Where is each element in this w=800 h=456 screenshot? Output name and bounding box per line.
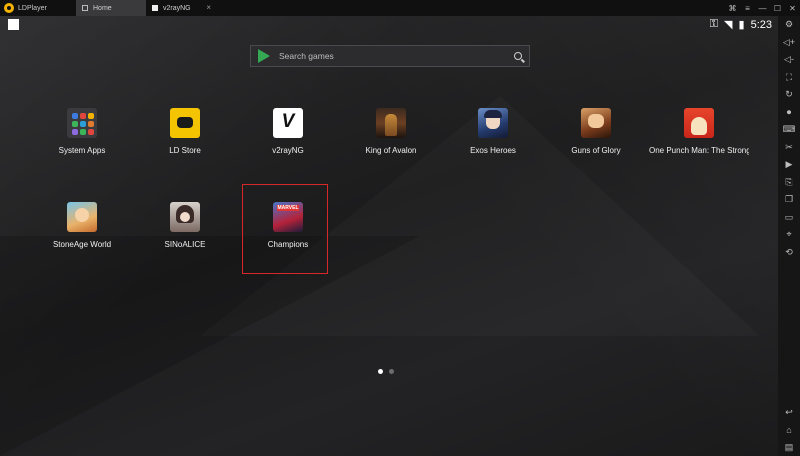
settings-icon[interactable]: ⚙ bbox=[778, 16, 800, 34]
tab-home-label: Home bbox=[93, 4, 112, 12]
folder-icon[interactable]: ▭ bbox=[778, 209, 800, 227]
screenshot-icon[interactable]: ⎘ bbox=[778, 174, 800, 192]
rotate-icon[interactable]: ⟲ bbox=[778, 244, 800, 262]
page-dot-active[interactable] bbox=[378, 369, 383, 374]
tab-home[interactable]: Home bbox=[76, 0, 146, 16]
system-apps-icon bbox=[67, 108, 97, 138]
back-icon[interactable]: ↩ bbox=[778, 404, 800, 422]
keyboard-icon[interactable]: ⌨ bbox=[778, 121, 800, 139]
close-icon[interactable]: ✕ bbox=[785, 0, 800, 16]
wifi-icon: ◥ bbox=[724, 19, 733, 31]
recent-apps-icon[interactable]: ▤ bbox=[778, 439, 800, 456]
key-icon: ⚿ bbox=[709, 18, 719, 30]
app-label: Exos Heroes bbox=[470, 146, 516, 155]
volume-down-icon[interactable]: ◁- bbox=[778, 51, 800, 69]
search-icon[interactable] bbox=[514, 52, 522, 60]
status-bar: ⚿ ◥ ▮ 5:23 bbox=[710, 18, 772, 31]
title-bar: LDPlayer Home v2rayNG × ⌘ ≡ — ☐ ✕ bbox=[0, 0, 800, 16]
app-stoneage-world[interactable]: StoneAge World bbox=[42, 202, 122, 249]
resize-icon[interactable]: ⛶ bbox=[778, 69, 800, 87]
clock: 5:23 bbox=[750, 18, 772, 31]
app-label: One Punch Man: The Stronge… bbox=[649, 146, 749, 155]
app-label: System Apps bbox=[58, 146, 106, 155]
v2rayng-app-icon bbox=[273, 108, 303, 138]
ldplayer-logo-icon bbox=[4, 3, 14, 13]
android-home-screen: ⚿ ◥ ▮ 5:23 Search games System Apps LD S… bbox=[0, 16, 778, 456]
app-ld-store[interactable]: LD Store bbox=[145, 108, 225, 155]
page-dot[interactable] bbox=[389, 369, 394, 374]
volume-up-icon[interactable]: ◁+ bbox=[778, 34, 800, 52]
tab-close-icon[interactable]: × bbox=[206, 3, 211, 12]
wallpaper-facet bbox=[0, 236, 420, 456]
v2rayng-icon bbox=[152, 5, 158, 11]
guns-of-glory-icon bbox=[581, 108, 611, 138]
app-v2rayng[interactable]: v2rayNG bbox=[248, 108, 328, 155]
location-icon[interactable]: ⌖ bbox=[778, 226, 800, 244]
app-label: SINoALICE bbox=[164, 240, 206, 249]
ld-store-icon bbox=[170, 108, 200, 138]
video-icon[interactable]: ▶ bbox=[778, 156, 800, 174]
exos-heroes-icon bbox=[478, 108, 508, 138]
multi-instance-icon[interactable]: ❐ bbox=[778, 191, 800, 209]
page-indicator bbox=[378, 369, 394, 374]
app-label: StoneAge World bbox=[52, 240, 112, 249]
home-nav-icon[interactable]: ⌂ bbox=[778, 421, 800, 439]
app-one-punch-man[interactable]: One Punch Man: The Stronge… bbox=[649, 108, 749, 155]
app-label: Guns of Glory bbox=[571, 146, 621, 155]
search-bar[interactable]: Search games bbox=[250, 45, 530, 67]
record-icon[interactable]: ⏺ bbox=[778, 104, 800, 122]
brand: LDPlayer bbox=[0, 0, 76, 16]
app-label: King of Avalon bbox=[365, 146, 417, 155]
sinoalice-icon bbox=[170, 202, 200, 232]
app-sinoalice[interactable]: SINoALICE bbox=[145, 202, 225, 249]
battery-icon: ▮ bbox=[738, 19, 745, 31]
one-punch-man-icon bbox=[684, 108, 714, 138]
app-label: LD Store bbox=[169, 146, 201, 155]
sync-icon[interactable]: ↻ bbox=[778, 86, 800, 104]
app-label: v2rayNG bbox=[272, 146, 304, 155]
emulator-toolbar: ⚙ ◁+ ◁- ⛶ ↻ ⏺ ⌨ ✂ ▶ ⎘ ❐ ▭ ⌖ ⟲ ↩ ⌂ ▤ bbox=[778, 16, 800, 456]
gamepad-icon[interactable]: ⌘ bbox=[725, 0, 740, 16]
app-system-apps[interactable]: System Apps bbox=[42, 108, 122, 155]
brand-name: LDPlayer bbox=[18, 4, 47, 12]
minimize-icon[interactable]: — bbox=[755, 0, 770, 16]
scissors-icon[interactable]: ✂ bbox=[778, 139, 800, 157]
window-controls: ⌘ ≡ — ☐ ✕ bbox=[725, 0, 800, 16]
maximize-icon[interactable]: ☐ bbox=[770, 0, 785, 16]
selection-highlight bbox=[242, 184, 328, 274]
stoneage-world-icon bbox=[67, 202, 97, 232]
king-of-avalon-icon bbox=[376, 108, 406, 138]
google-play-icon bbox=[258, 49, 270, 63]
app-king-of-avalon[interactable]: King of Avalon bbox=[351, 108, 431, 155]
notification-square-icon bbox=[8, 19, 19, 30]
app-guns-of-glory[interactable]: Guns of Glory bbox=[556, 108, 636, 155]
tab-v2rayng[interactable]: v2rayNG × bbox=[146, 0, 216, 16]
search-input[interactable]: Search games bbox=[279, 51, 334, 61]
menu-icon[interactable]: ≡ bbox=[740, 0, 755, 16]
tab-v2rayng-label: v2rayNG bbox=[163, 4, 191, 12]
home-icon bbox=[82, 5, 88, 11]
app-exos-heroes[interactable]: Exos Heroes bbox=[453, 108, 533, 155]
